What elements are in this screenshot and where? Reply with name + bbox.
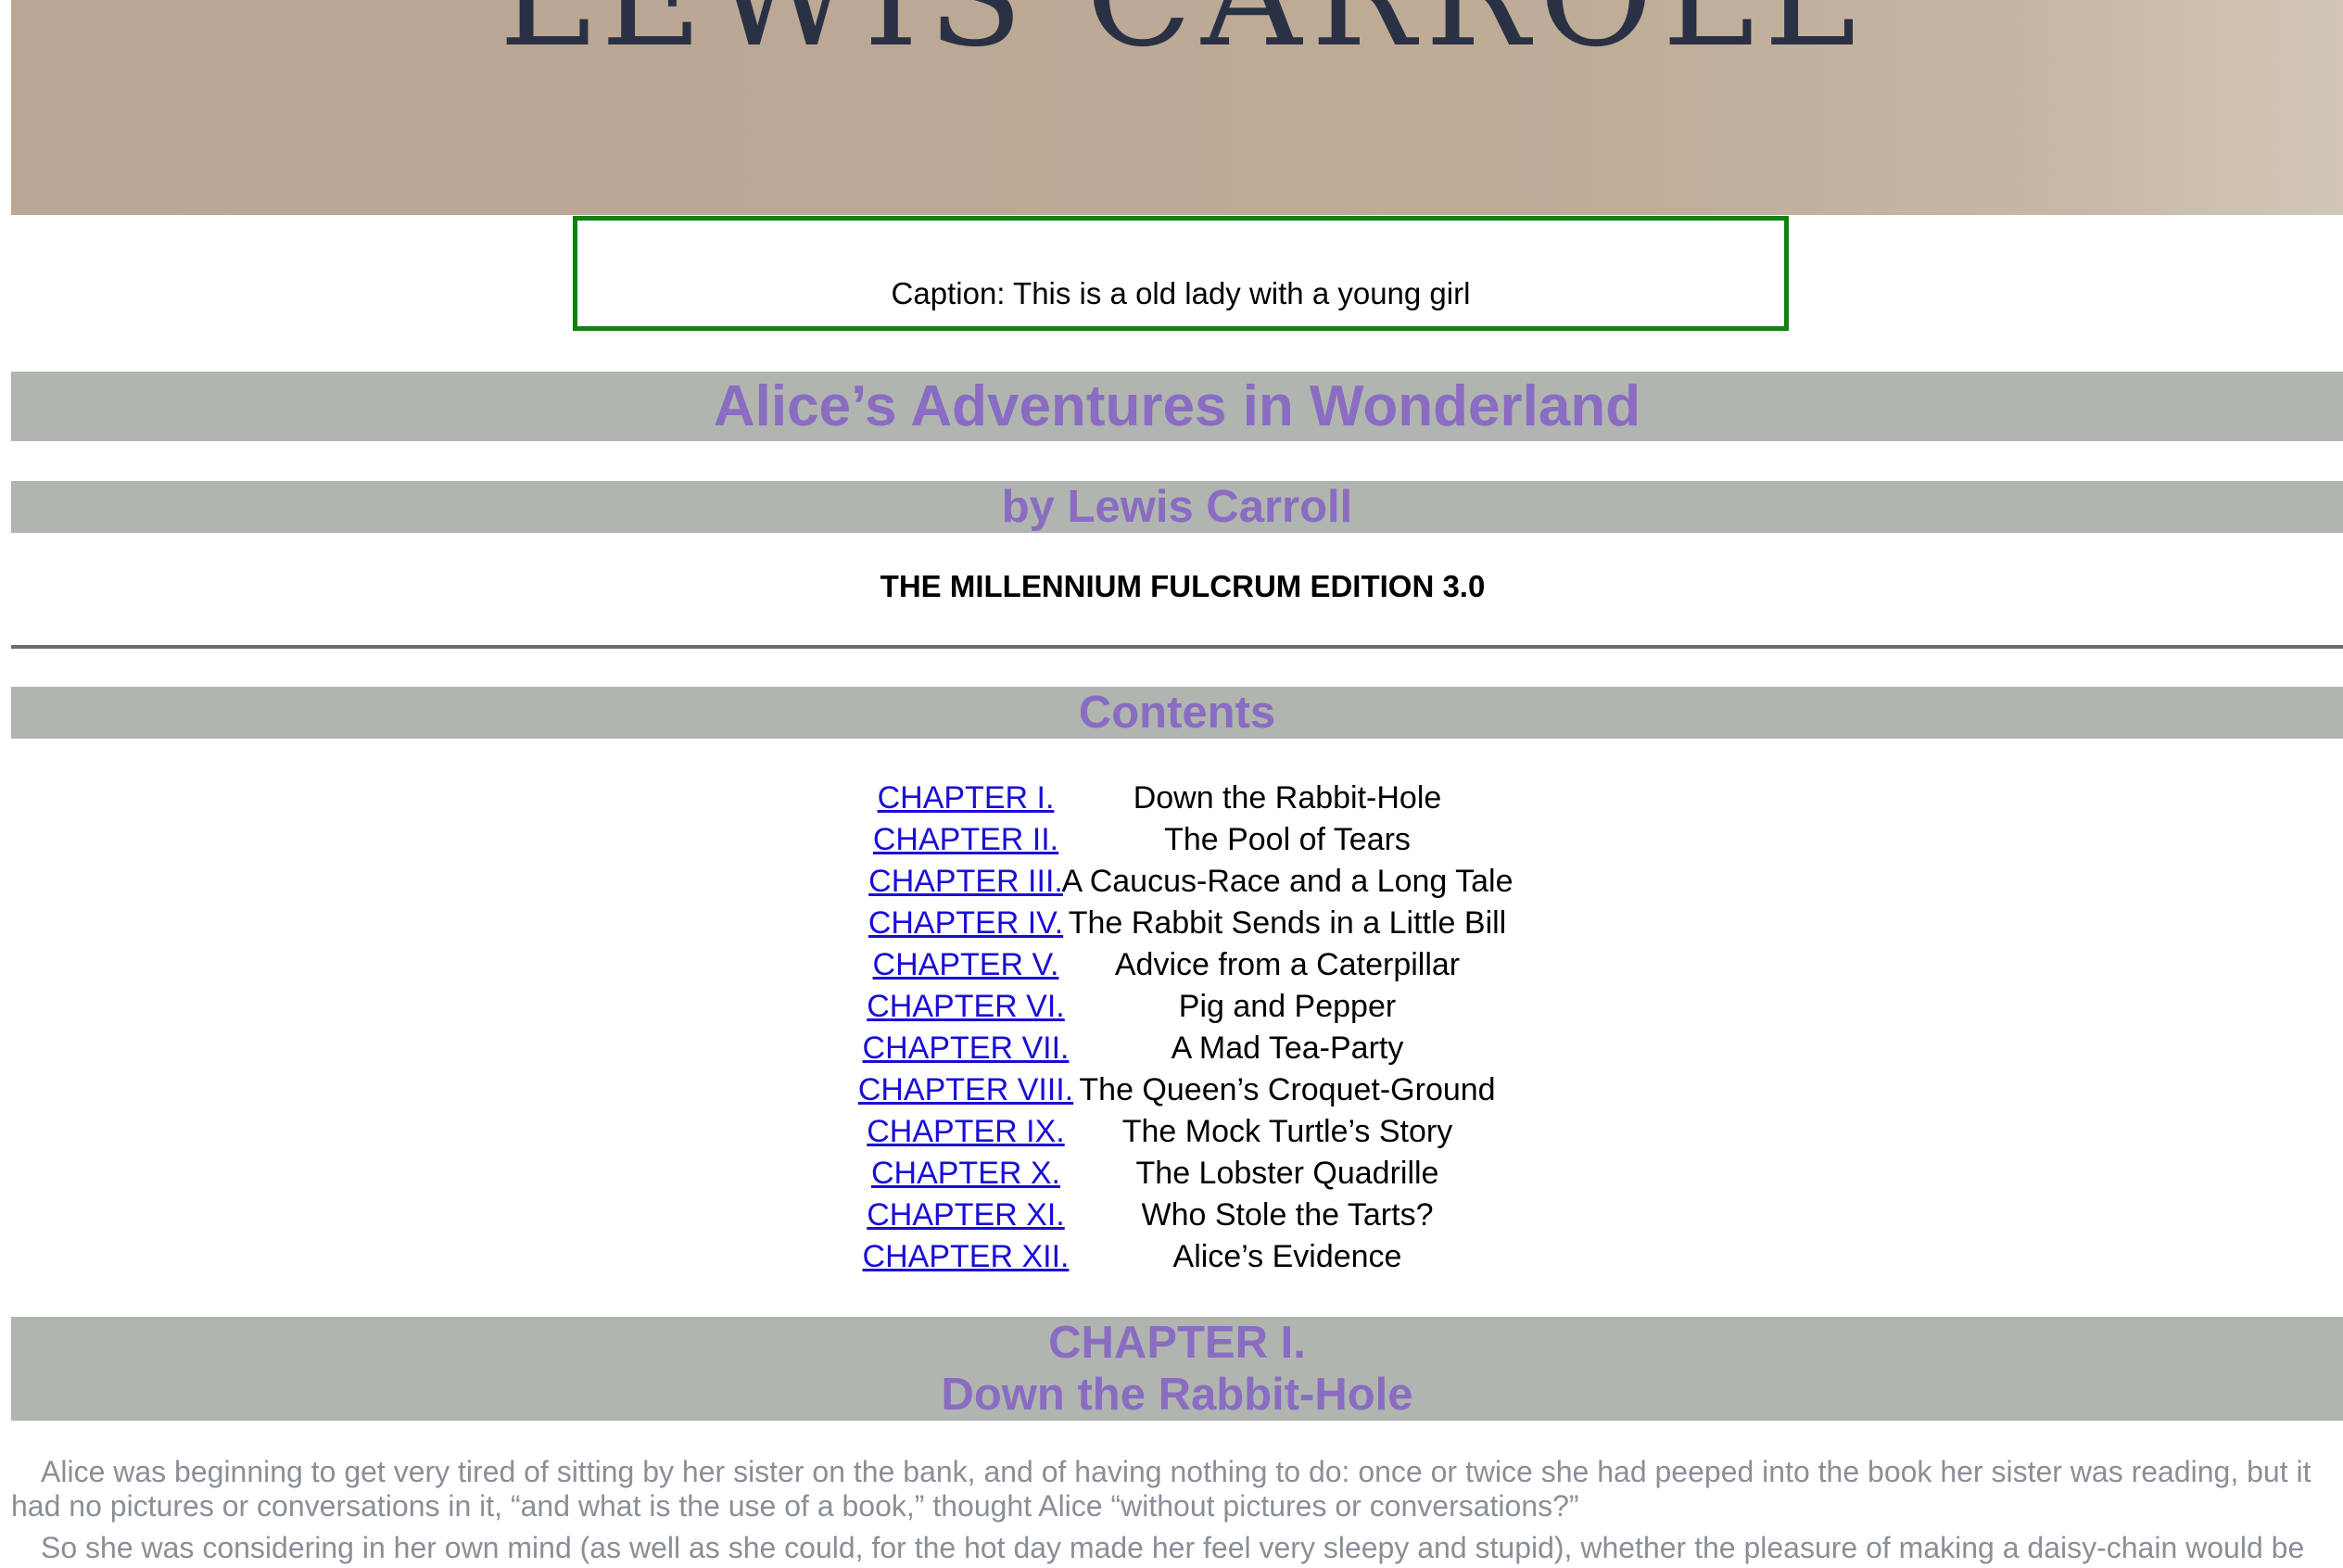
chapter-number: CHAPTER I. <box>1048 1318 1306 1368</box>
toc-row: CHAPTER VI. Pig and Pepper <box>0 986 2343 1028</box>
toc-row: CHAPTER XII. Alice’s Evidence <box>0 1236 2343 1278</box>
cover-image: LEWIS CARROLL <box>11 0 2343 215</box>
toc-chapter-title: Advice from a Caterpillar <box>1114 947 1461 982</box>
horizontal-divider <box>11 645 2343 649</box>
chapter-heading: CHAPTER I. Down the Rabbit-Hole <box>11 1317 2343 1421</box>
toc-row: CHAPTER IX. The Mock Turtle’s Story <box>0 1111 2343 1153</box>
caption-box: Caption: This is a old lady with a young… <box>573 216 1789 331</box>
toc-chapter-title: A Mad Tea-Party <box>1171 1031 1404 1066</box>
cover-title-text: LEWIS CARROLL <box>11 0 2343 67</box>
edition-label: THE MILLENNIUM FULCRUM EDITION 3.0 <box>880 569 1486 603</box>
toc-row: CHAPTER II. The Pool of Tears <box>0 819 2343 861</box>
cover-fade <box>2083 0 2343 215</box>
paragraph: So she was considering in her own mind (… <box>41 1531 2305 1564</box>
chapter-title: Down the Rabbit-Hole <box>941 1370 1413 1420</box>
toc-row: CHAPTER VII. A Mad Tea-Party <box>0 1028 2343 1069</box>
toc-chapter-title: The Queen’s Croquet-Ground <box>1079 1072 1496 1107</box>
paragraph: Alice was beginning to get very tired of… <box>11 1455 2311 1523</box>
caption-text: Caption: This is a old lady with a young… <box>891 276 1471 310</box>
toc-row: CHAPTER VIII. The Queen’s Croquet-Ground <box>0 1069 2343 1111</box>
table-of-contents: CHAPTER I. Down the Rabbit-Hole CHAPTER II… <box>0 778 2343 1278</box>
chapter-body: Alice was beginning to get very tired of… <box>11 1455 2334 1568</box>
toc-chapter-title: A Caucus-Race and a Long Tale <box>1061 864 1513 899</box>
book-author: by Lewis Carroll <box>11 481 2343 533</box>
toc-chapter-title: Down the Rabbit-Hole <box>1133 780 1442 816</box>
book-title: Alice’s Adventures in Wonderland <box>11 372 2343 441</box>
toc-row: CHAPTER XI. Who Stole the Tarts? <box>0 1195 2343 1236</box>
toc-chapter-title: Pig and Pepper <box>1178 989 1397 1024</box>
toc-row: CHAPTER V. Advice from a Caterpillar <box>0 944 2343 986</box>
toc-chapter-title: Alice’s Evidence <box>1172 1239 1402 1274</box>
page: LEWIS CARROLL Caption: This is a old lad… <box>0 0 2343 1568</box>
toc-chapter-title: The Rabbit Sends in a Little Bill <box>1068 905 1507 941</box>
toc-chapter-title: Who Stole the Tarts? <box>1141 1197 1434 1233</box>
toc-row: CHAPTER X. The Lobster Quadrille <box>0 1153 2343 1195</box>
toc-chapter-title: The Lobster Quadrille <box>1135 1156 1439 1191</box>
toc-chapter-title: The Mock Turtle’s Story <box>1121 1114 1453 1149</box>
toc-row: CHAPTER IV. The Rabbit Sends in a Little … <box>0 903 2343 944</box>
toc-row: CHAPTER I. Down the Rabbit-Hole <box>0 778 2343 819</box>
toc-row: CHAPTER III. A Caucus-Race and a Long Tal… <box>0 861 2343 903</box>
contents-heading: Contents <box>11 687 2343 739</box>
toc-chapter-title: The Pool of Tears <box>1164 822 1411 857</box>
